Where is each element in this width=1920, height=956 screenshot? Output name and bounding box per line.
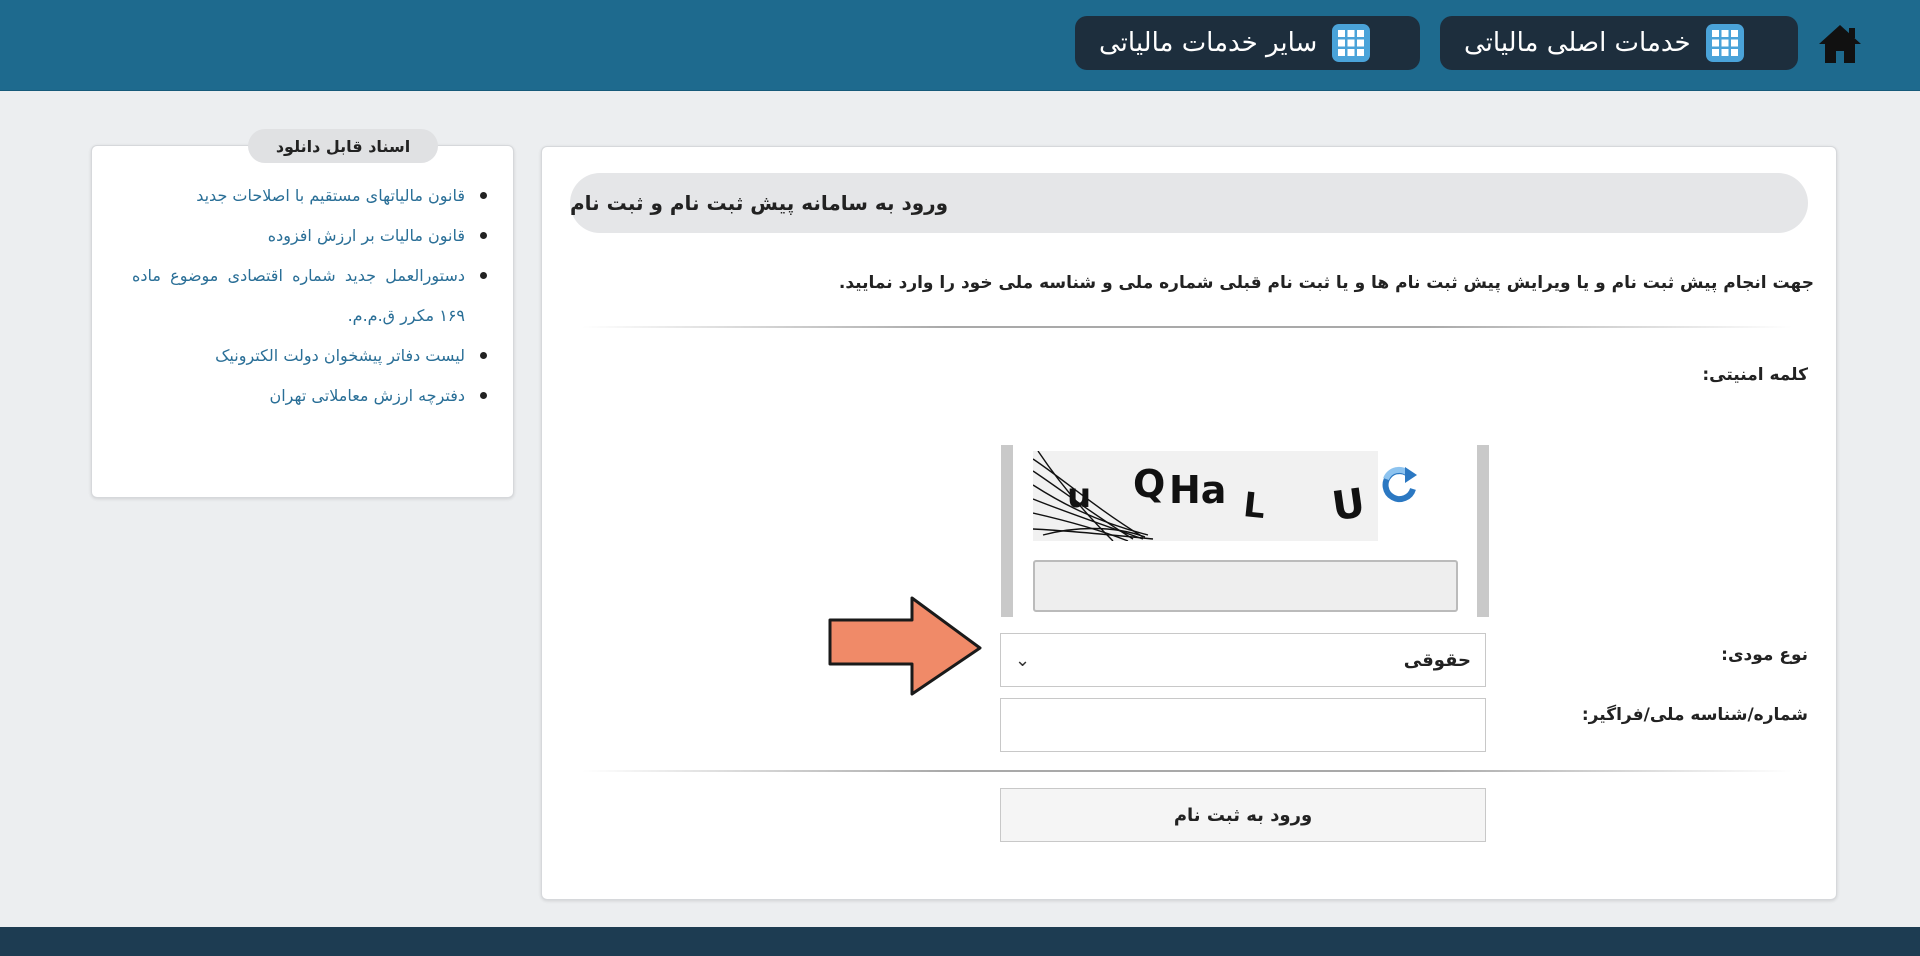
captcha-char: L <box>1241 485 1267 527</box>
other-tax-services-button[interactable]: سایر خدمات مالیاتی <box>1075 16 1420 70</box>
national-id-input[interactable] <box>1000 698 1486 752</box>
captcha-image: u Q Ha L U <box>1033 451 1378 541</box>
login-panel: ورود به سامانه پیش ثبت نام و ثبت نام جهت… <box>541 146 1837 900</box>
chevron-down-icon: ⌄ <box>1015 649 1031 671</box>
captcha-label: کلمه امنیتی: <box>1702 365 1808 385</box>
downloads-list: قانون مالیاتهای مستقیم با اصلاحات جدید ق… <box>132 176 487 416</box>
taxpayer-type-value: حقوقی <box>1403 649 1471 671</box>
home-button[interactable] <box>1812 18 1868 70</box>
pointer-arrow <box>828 596 982 696</box>
captcha-char: u <box>1067 476 1091 516</box>
captcha-box: u Q Ha L U <box>1001 445 1489 617</box>
intro-text: جهت انجام پیش ثبت نام و یا ویرایش پیش ثب… <box>838 273 1814 293</box>
downloads-title: اسناد قابل دانلود <box>248 129 438 163</box>
main-tax-services-label: خدمات اصلی مالیاتی <box>1464 28 1691 58</box>
top-navigation-bar: خدمات اصلی مالیاتی سایر خدمات مالیاتی <box>0 0 1920 91</box>
captcha-char: Q <box>1133 462 1165 506</box>
list-item: دستورالعمل جدید شماره اقتصادی موضوع ماده… <box>132 256 487 336</box>
divider <box>582 326 1792 328</box>
download-link[interactable]: دستورالعمل جدید شماره اقتصادی موضوع ماده… <box>132 266 465 325</box>
download-link[interactable]: لیست دفاتر پیشخوان دولت الکترونیک <box>215 346 465 365</box>
main-tax-services-button[interactable]: خدمات اصلی مالیاتی <box>1440 16 1798 70</box>
list-item: لیست دفاتر پیشخوان دولت الکترونیک <box>132 336 487 376</box>
grid-icon <box>1331 23 1371 63</box>
list-item: دفترچه ارزش معاملاتی تهران <box>132 376 487 416</box>
captcha-char: Ha <box>1169 468 1226 512</box>
national-id-label: شماره/شناسه ملی/فراگیر: <box>1581 705 1808 725</box>
download-link[interactable]: قانون مالیات بر ارزش افزوده <box>268 226 465 245</box>
download-link[interactable]: دفترچه ارزش معاملاتی تهران <box>269 386 465 405</box>
footer-bar <box>0 927 1920 956</box>
refresh-icon <box>1382 466 1417 503</box>
download-link[interactable]: قانون مالیاتهای مستقیم با اصلاحات جدید <box>196 186 465 205</box>
panel-title: ورود به سامانه پیش ثبت نام و ثبت نام <box>570 173 1808 233</box>
list-item: قانون مالیات بر ارزش افزوده <box>132 216 487 256</box>
home-icon <box>1819 25 1861 63</box>
submit-button[interactable]: ورود به ثبت نام <box>1000 788 1486 842</box>
grid-icon <box>1705 23 1745 63</box>
divider <box>582 770 1792 772</box>
taxpayer-type-label: نوع مودی: <box>1721 645 1808 665</box>
taxpayer-type-select[interactable]: ⌄ حقوقی <box>1000 633 1486 687</box>
other-tax-services-label: سایر خدمات مالیاتی <box>1099 28 1318 58</box>
captcha-char: U <box>1329 480 1368 530</box>
captcha-input[interactable] <box>1033 560 1458 612</box>
downloads-panel: اسناد قابل دانلود قانون مالیاتهای مستقیم… <box>91 129 514 498</box>
list-item: قانون مالیاتهای مستقیم با اصلاحات جدید <box>132 176 487 216</box>
captcha-refresh-button[interactable] <box>1377 463 1421 507</box>
